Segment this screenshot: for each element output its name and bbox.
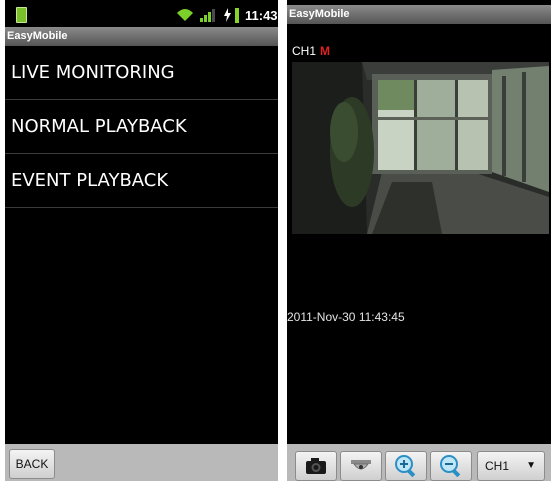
status-bar: 11:43 (5, 3, 278, 27)
channel-select-value: CH1 (485, 459, 510, 473)
app-title: EasyMobile (5, 27, 278, 46)
main-menu: LIVE MONITORING NORMAL PLAYBACK EVENT PL… (5, 46, 278, 208)
battery-icon (235, 8, 239, 23)
zoom-in-icon (395, 455, 416, 478)
channel-select[interactable]: CH1 ▼ (477, 451, 545, 481)
channel-label: CH1 M (292, 44, 330, 58)
zoom-out-button[interactable] (430, 451, 472, 481)
live-view-screen: EasyMobile CH1 M 2011-Nov-30 11:43:45 CH… (287, 0, 551, 481)
status-clock: 11:43 (245, 8, 278, 23)
camera-video-feed[interactable] (292, 62, 549, 234)
mode-indicator: M (320, 44, 331, 58)
bottom-bar: BACK (5, 444, 278, 481)
video-timestamp: 2011-Nov-30 11:43:45 (287, 310, 405, 324)
zoom-in-button[interactable] (385, 451, 427, 481)
menu-item-event-playback[interactable]: EVENT PLAYBACK (5, 154, 278, 208)
ptz-dome-icon (351, 460, 371, 470)
zoom-out-icon (440, 455, 461, 478)
video-toolbar: CH1 ▼ (287, 444, 551, 481)
camera-icon (306, 458, 326, 474)
wifi-icon (177, 9, 193, 21)
ptz-button[interactable] (340, 451, 382, 481)
menu-item-live-monitoring[interactable]: LIVE MONITORING (5, 46, 278, 100)
main-menu-screen: 11:43 EasyMobile LIVE MONITORING NORMAL … (5, 0, 278, 481)
channel-name: CH1 (292, 44, 317, 58)
back-button[interactable]: BACK (9, 449, 55, 479)
chevron-down-icon: ▼ (526, 460, 536, 471)
signal-icon (200, 9, 215, 22)
menu-item-normal-playback[interactable]: NORMAL PLAYBACK (5, 100, 278, 154)
snapshot-button[interactable] (295, 451, 337, 481)
sim-card-icon (16, 7, 27, 23)
app-title: EasyMobile (287, 5, 551, 24)
charging-icon (224, 8, 231, 22)
